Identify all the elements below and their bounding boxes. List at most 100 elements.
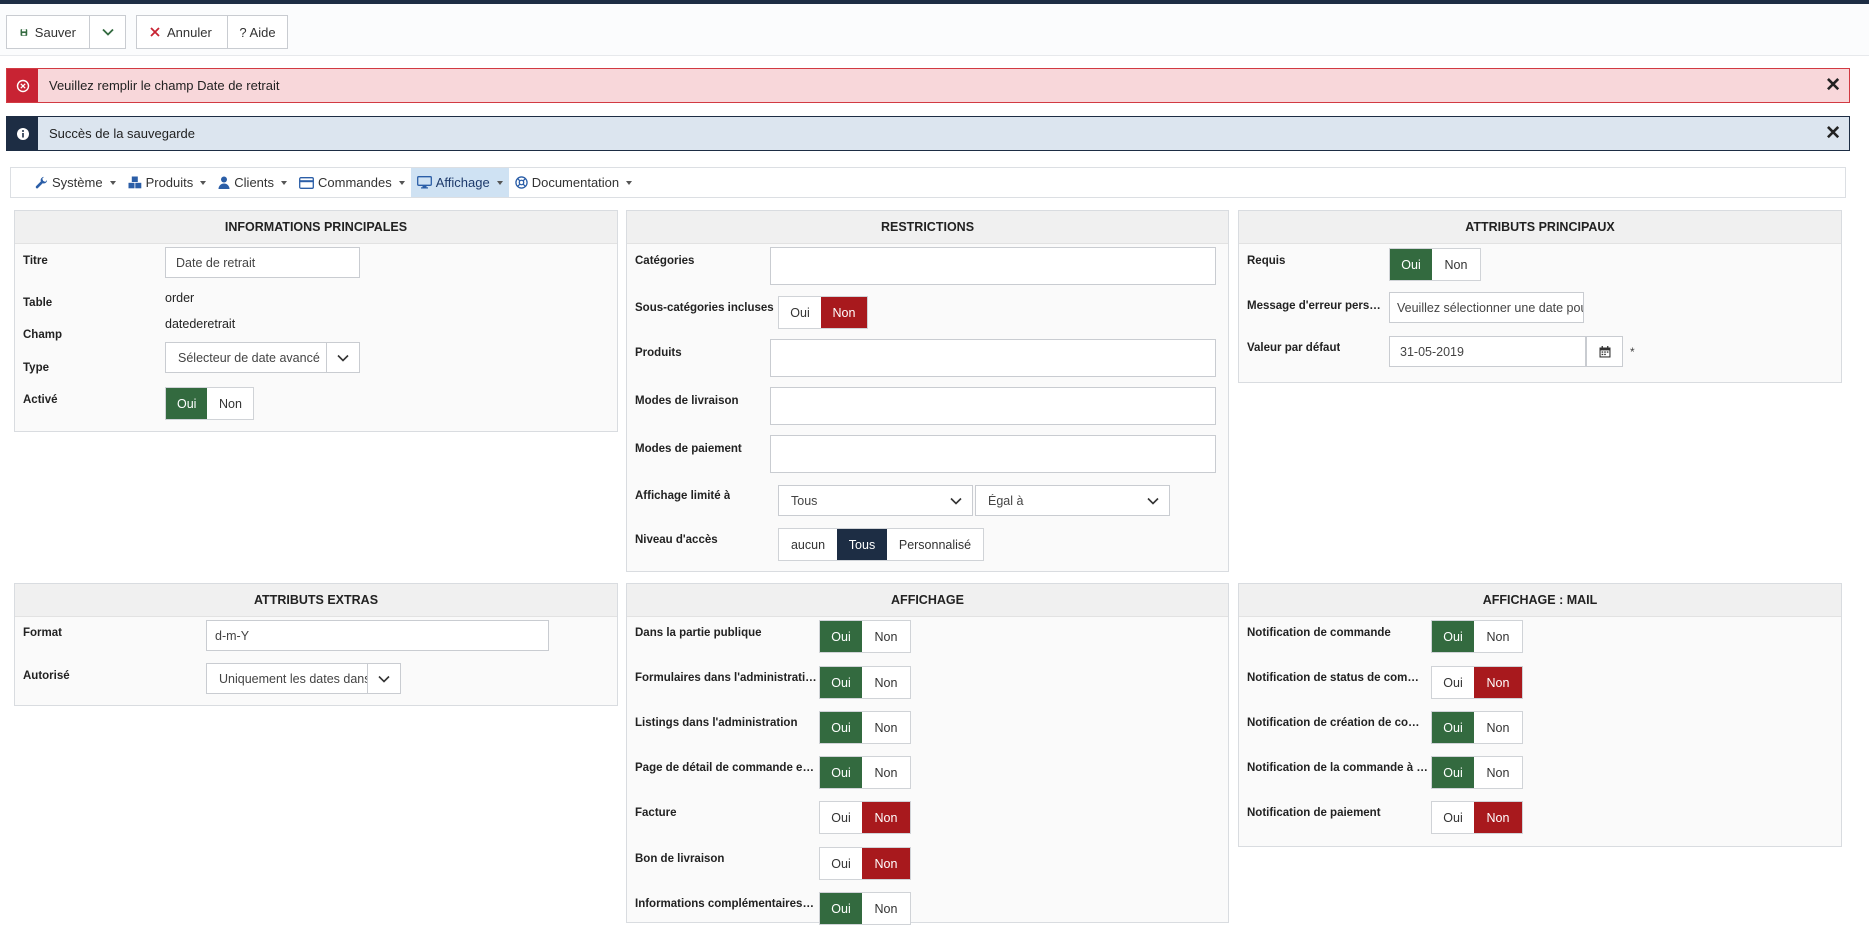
toggle-yes-option[interactable]: Oui	[1432, 667, 1474, 698]
toggle-no-option[interactable]: Non	[1474, 712, 1522, 743]
panel-title: ATTRIBUTS PRINCIPAUX	[1239, 211, 1841, 244]
wrench-icon	[35, 176, 48, 189]
mail-row-toggle: Oui Non	[1431, 801, 1523, 834]
display-row-toggle: Oui Non	[819, 847, 911, 880]
panel-title: RESTRICTIONS	[627, 211, 1228, 244]
credit-card-icon	[299, 176, 314, 189]
toggle-yes-option[interactable]: Oui	[820, 757, 862, 788]
field-label-categories: Catégories	[635, 255, 695, 267]
menu-item-affichage[interactable]: Affichage	[410, 168, 509, 197]
chevron-down-icon	[101, 28, 114, 36]
help-button[interactable]: ? Aide	[227, 15, 288, 49]
field-label-access: Niveau d'accès	[635, 534, 718, 546]
close-icon[interactable]: ✕	[1825, 123, 1841, 145]
display-limited-operator-select[interactable]: Égal à	[975, 485, 1170, 516]
desktop-icon	[416, 176, 432, 189]
toggle-no-option[interactable]: Non	[862, 848, 910, 879]
format-input[interactable]: d-m-Y	[206, 620, 549, 651]
toggle-yes-option[interactable]: Oui	[820, 621, 862, 652]
delivery-modes-input[interactable]	[770, 387, 1216, 425]
toggle-yes-option[interactable]: Oui	[1432, 621, 1474, 652]
info-circle-icon	[7, 117, 38, 150]
save-options-dropdown[interactable]	[89, 15, 126, 49]
toggle-no-option[interactable]: Non	[1474, 667, 1522, 698]
panel-display: AFFICHAGE Dans la partie publique Oui No…	[626, 583, 1229, 925]
payment-modes-input[interactable]	[770, 435, 1216, 473]
toggle-no-option[interactable]: Non	[1474, 802, 1522, 833]
default-value-input[interactable]: 31-05-2019	[1389, 336, 1586, 367]
field-label-titre: Titre	[23, 255, 48, 267]
access-option-none[interactable]: aucun	[779, 529, 837, 560]
menu-item-produits[interactable]: Produits	[122, 168, 213, 197]
display-row-toggle: Oui Non	[819, 892, 911, 925]
save-button[interactable]: Sauver	[6, 15, 90, 49]
toggle-yes-option[interactable]: Oui	[820, 802, 862, 833]
field-label-delivery: Modes de livraison	[635, 395, 739, 407]
toggle-yes-option[interactable]: Oui	[820, 667, 862, 698]
close-icon[interactable]: ✕	[1825, 75, 1841, 97]
active-yes-option[interactable]: Oui	[166, 388, 208, 419]
toggle-no-option[interactable]: Non	[862, 667, 910, 698]
display-row-label: Bon de livraison	[635, 853, 725, 865]
required-no-option[interactable]: Non	[1432, 249, 1480, 280]
display-row-toggle: Oui Non	[819, 801, 911, 834]
categories-input[interactable]	[770, 247, 1216, 285]
toggle-no-option[interactable]: Non	[862, 893, 910, 924]
allowed-select-value: Uniquement les dates dans le futur	[219, 671, 367, 686]
mail-row-toggle: Oui Non	[1431, 620, 1523, 653]
toggle-no-option[interactable]: Non	[862, 802, 910, 833]
allowed-select[interactable]: Uniquement les dates dans le futur	[206, 663, 401, 694]
table-value: order	[165, 291, 195, 305]
subcats-no-option[interactable]: Non	[821, 297, 867, 328]
calendar-icon	[1599, 345, 1610, 357]
field-label-allowed: Autorisé	[23, 670, 70, 682]
field-label-error-message: Message d'erreur personnalisé	[1247, 300, 1382, 312]
lifebuoy-icon	[514, 176, 528, 189]
active-no-option[interactable]: Non	[207, 388, 253, 419]
subcats-yes-option[interactable]: Oui	[779, 297, 821, 328]
chevron-down-icon	[949, 497, 962, 505]
menu-item-documentation[interactable]: Documentation	[509, 168, 638, 197]
access-option-all[interactable]: Tous	[837, 529, 887, 560]
toggle-yes-option[interactable]: Oui	[1432, 712, 1474, 743]
toggle-no-option[interactable]: Non	[1474, 621, 1522, 652]
menu-item-systeme[interactable]: Système	[29, 168, 122, 197]
toggle-no-option[interactable]: Non	[862, 712, 910, 743]
display-row-label: Informations complémentaires de commande	[635, 898, 817, 910]
toggle-yes-option[interactable]: Oui	[820, 848, 862, 879]
toggle-no-option[interactable]: Non	[1474, 757, 1522, 788]
error-message-input[interactable]: Veuillez sélectionner une date pour le r…	[1389, 292, 1584, 323]
access-option-custom[interactable]: Personnalisé	[887, 529, 983, 560]
toggle-no-option[interactable]: Non	[862, 621, 910, 652]
field-label-default-value: Valeur par défaut	[1247, 342, 1341, 354]
required-yes-option[interactable]: Oui	[1390, 249, 1432, 280]
titre-input[interactable]: Date de retrait	[165, 247, 360, 278]
toggle-yes-option[interactable]: Oui	[820, 893, 862, 924]
cancel-button[interactable]: Annuler	[136, 15, 228, 49]
subcats-toggle: Oui Non	[778, 296, 868, 329]
toggle-yes-option[interactable]: Oui	[1432, 802, 1474, 833]
calendar-button[interactable]	[1586, 336, 1623, 367]
required-toggle: Oui Non	[1389, 248, 1481, 281]
panel-restrictions: RESTRICTIONS Catégories Sous-catégories …	[626, 210, 1229, 572]
display-limited-select[interactable]: Tous	[778, 485, 973, 516]
help-label: ? Aide	[239, 24, 276, 40]
field-label-required: Requis	[1247, 255, 1286, 267]
menu-item-commandes[interactable]: Commandes	[293, 168, 411, 197]
error-alert-text: Veuillez remplir le champ Date de retrai…	[49, 78, 280, 93]
access-level-toggle: aucun Tous Personnalisé	[778, 528, 984, 561]
mail-row-label: Notification de la commande à l'administ…	[1247, 762, 1429, 774]
type-select[interactable]: Sélecteur de date avancé	[165, 342, 360, 373]
menu-item-clients[interactable]: Clients	[212, 168, 293, 197]
mail-row-toggle: Oui Non	[1431, 756, 1523, 789]
toggle-no-option[interactable]: Non	[862, 757, 910, 788]
field-label-payment: Modes de paiement	[635, 443, 742, 455]
toggle-yes-option[interactable]: Oui	[820, 712, 862, 743]
close-icon	[150, 27, 160, 37]
products-input[interactable]	[770, 339, 1216, 377]
success-alert-text: Succès de la sauvegarde	[49, 126, 195, 141]
toggle-yes-option[interactable]: Oui	[1432, 757, 1474, 788]
save-label: Sauver	[34, 24, 76, 40]
display-row-label: Facture	[635, 807, 677, 819]
type-select-value: Sélecteur de date avancé	[178, 350, 320, 365]
